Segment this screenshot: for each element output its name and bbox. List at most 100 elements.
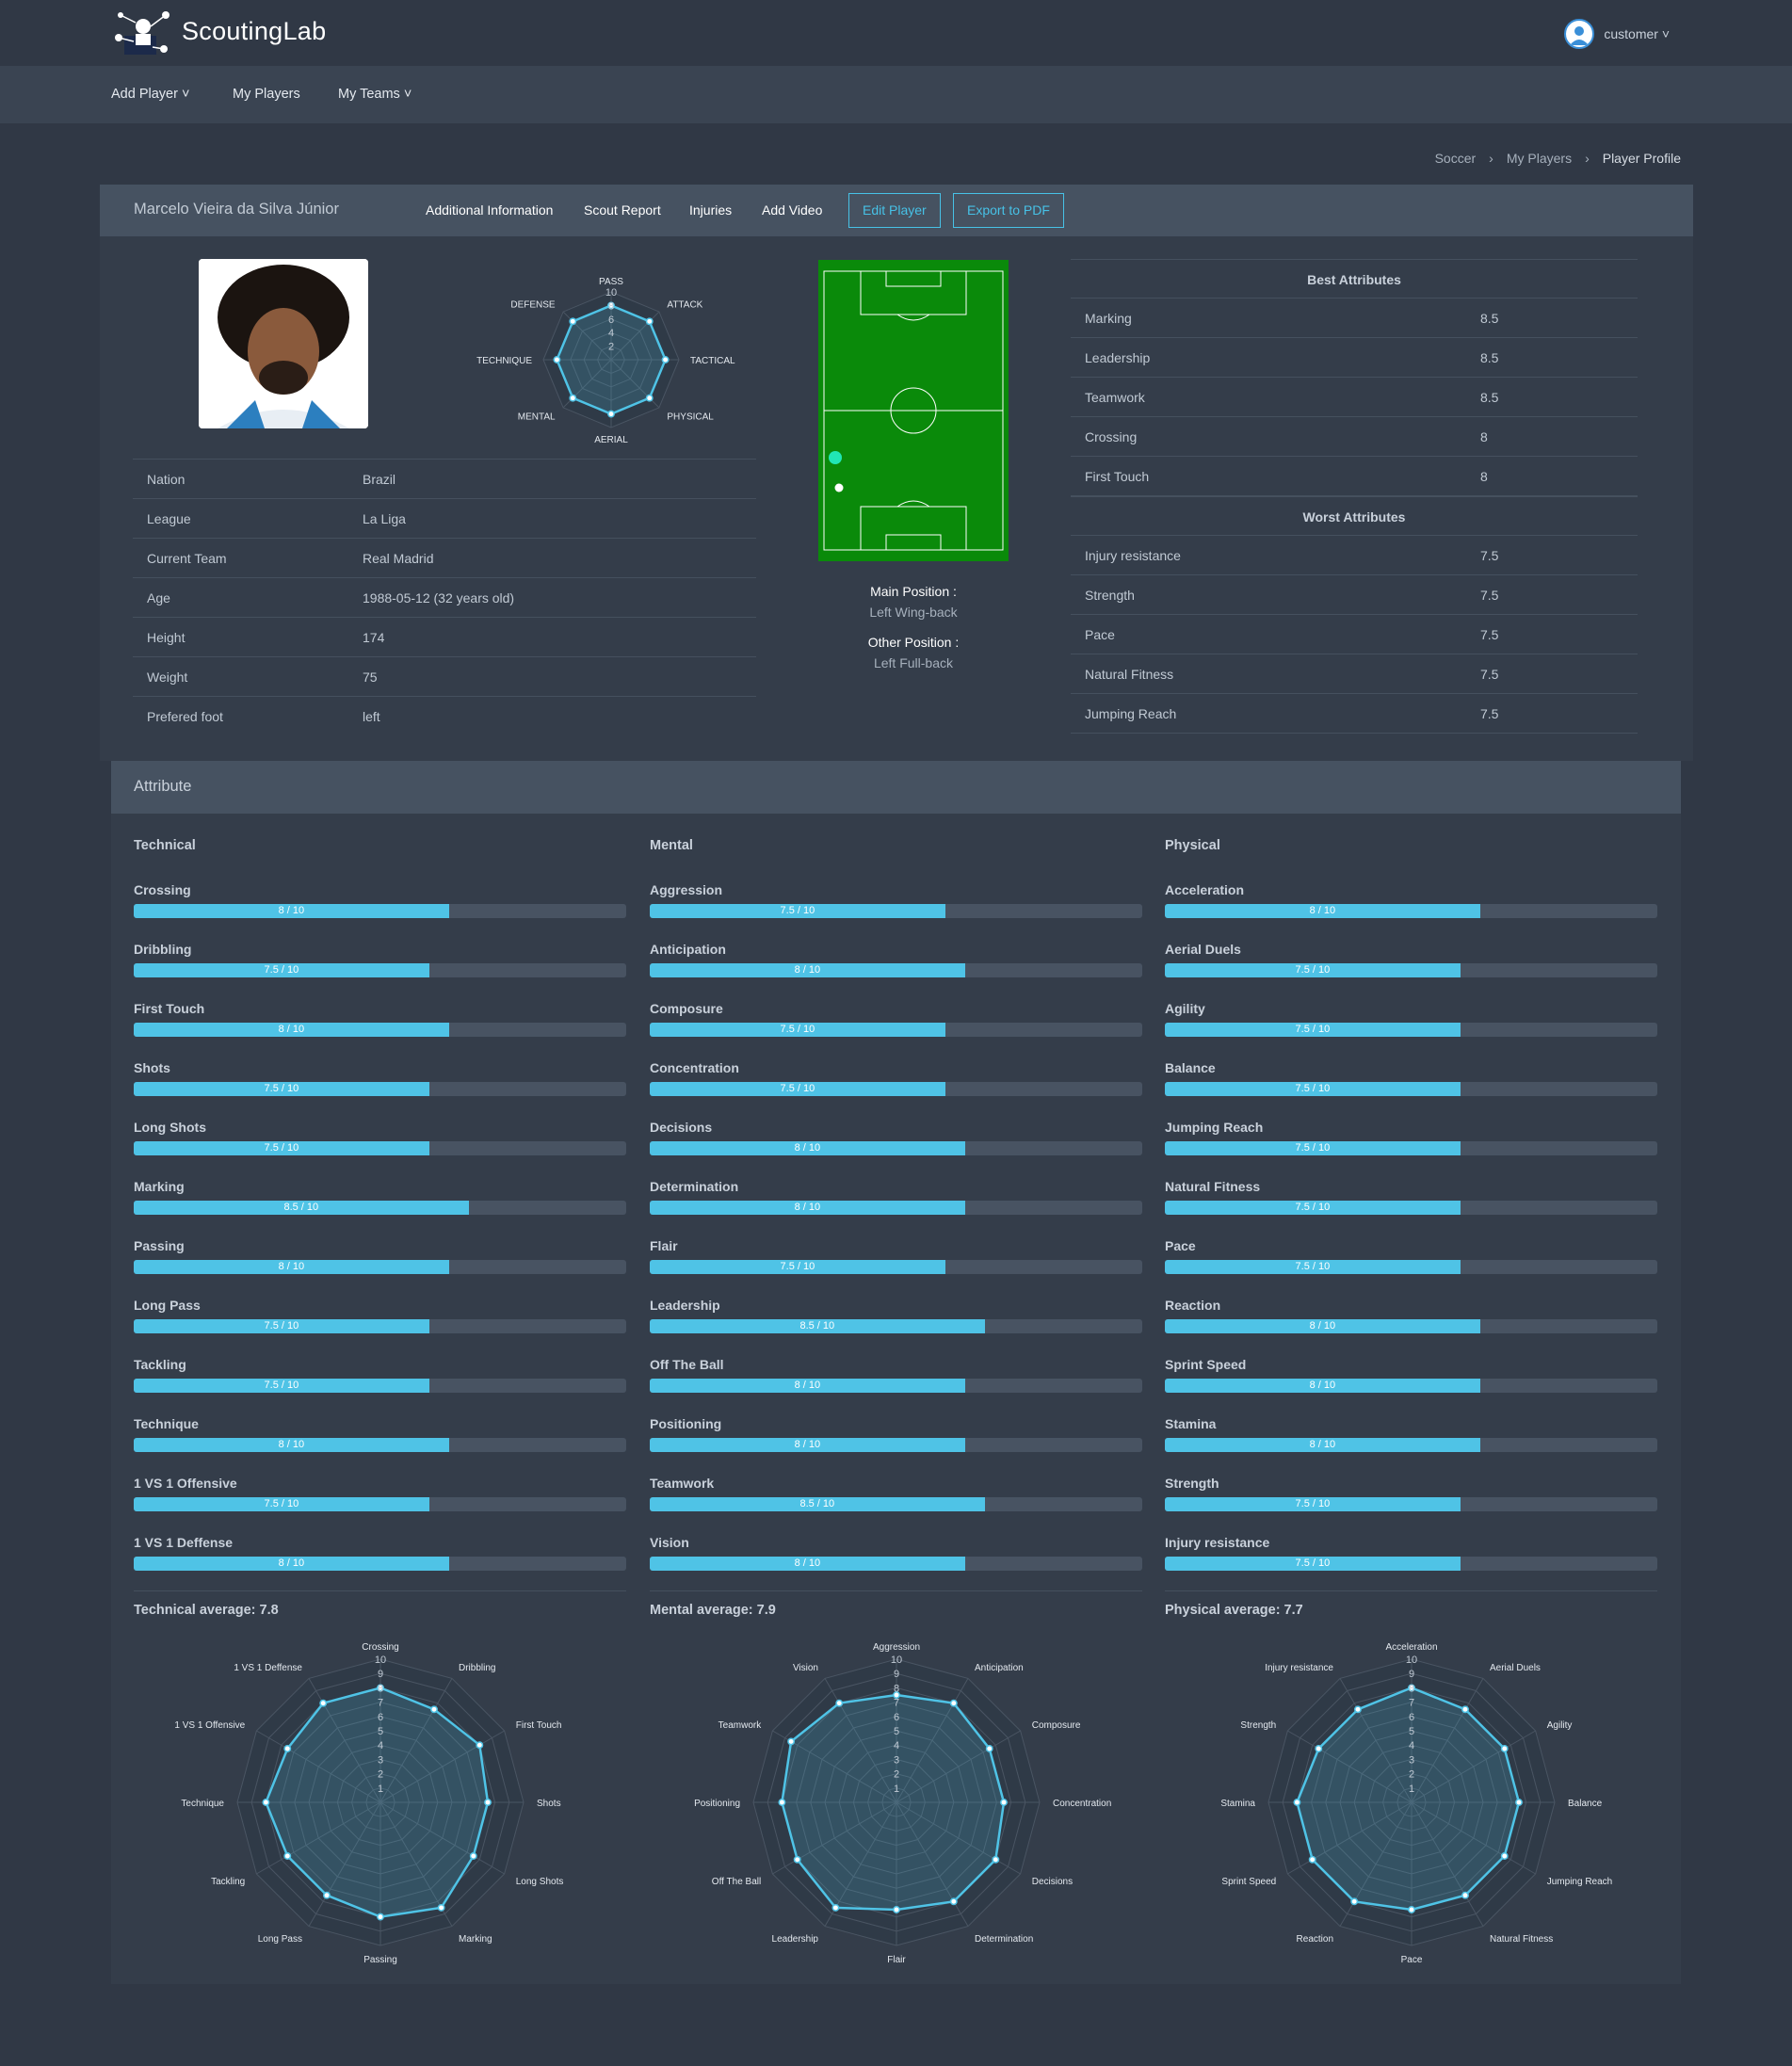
skill-item: First Touch 8 / 10 — [134, 992, 626, 1051]
attribute-label: Natural Fitness — [1085, 666, 1174, 682]
radar-tick-label: 2 — [608, 342, 614, 353]
radar-axis-label: Injury resistance — [1265, 1663, 1333, 1673]
skill-score: 8 / 10 — [1309, 1439, 1336, 1450]
skill-name: Composure — [650, 1001, 723, 1016]
tab-add-video[interactable]: Add Video — [762, 202, 822, 218]
radar-point — [1461, 1705, 1469, 1714]
radar-tick-label: 6 — [608, 315, 614, 326]
radar-point — [1293, 1799, 1301, 1806]
skill-progress-bar: 7.5 / 10 — [1165, 963, 1657, 977]
column-title: Technical — [134, 838, 196, 853]
info-value: Real Madrid — [363, 550, 434, 566]
skill-item: Long Shots 7.5 / 10 — [134, 1110, 626, 1170]
tab-additional-information[interactable]: Additional Information — [426, 202, 553, 218]
skill-item: Jumping Reach 7.5 / 10 — [1165, 1110, 1657, 1170]
radar-point — [831, 1903, 840, 1912]
skill-score: 7.5 / 10 — [264, 1083, 299, 1094]
radar-tick-label: 6 — [894, 1712, 899, 1723]
best-attribute-row: Marking 8.5 — [1071, 299, 1638, 338]
skill-score: 8 / 10 — [794, 1202, 821, 1213]
skill-name: Marking — [134, 1179, 185, 1194]
attribute-label: Injury resistance — [1085, 547, 1181, 563]
user-menu[interactable]: customer ˅ — [1564, 19, 1670, 49]
radar-axis-label: Stamina — [1220, 1799, 1255, 1809]
radar-tick-label: 9 — [894, 1669, 899, 1680]
avatar — [1564, 19, 1595, 49]
info-label: League — [147, 510, 191, 526]
radar-axis-label: Technique — [181, 1799, 224, 1809]
radar-axis-label: Agility — [1547, 1720, 1573, 1731]
nav-add-player[interactable]: Add Player ˅ — [111, 87, 189, 102]
radar-axis-label: Jumping Reach — [1547, 1877, 1612, 1887]
info-row: Nation Brazil — [133, 459, 756, 498]
radar-point — [283, 1852, 292, 1860]
radar-point — [1000, 1799, 1008, 1806]
worst-attribute-row: Strength 7.5 — [1071, 575, 1638, 615]
skill-progress-bar: 7.5 / 10 — [1165, 1082, 1657, 1096]
skill-name: Tackling — [134, 1357, 186, 1372]
nav-my-players[interactable]: My Players — [233, 87, 300, 102]
breadcrumb-soccer[interactable]: Soccer — [1435, 151, 1477, 166]
radar-point — [787, 1737, 796, 1746]
skill-name: Long Shots — [134, 1120, 206, 1135]
nav-my-teams[interactable]: My Teams ˅ — [338, 87, 412, 102]
attribute-label: Leadership — [1085, 349, 1151, 365]
radar-point — [661, 356, 670, 363]
radar-tick-label: 2 — [1409, 1769, 1414, 1781]
skill-name: Injury resistance — [1165, 1535, 1270, 1550]
export-pdf-button[interactable]: Export to PDF — [953, 193, 1064, 228]
tab-scout-report[interactable]: Scout Report — [584, 202, 661, 218]
skill-score: 8 / 10 — [278, 1024, 305, 1035]
radar-point — [893, 1906, 900, 1913]
attribute-value: 8 — [1480, 468, 1488, 484]
best-attribute-row: Teamwork 8.5 — [1071, 378, 1638, 417]
attribute-value: 8.5 — [1480, 389, 1499, 405]
info-label: Prefered foot — [147, 708, 223, 724]
radar-point — [476, 1741, 484, 1750]
skill-item: Leadership 8.5 / 10 — [650, 1288, 1142, 1348]
skill-score: 8.5 / 10 — [799, 1498, 835, 1509]
skill-item: Injury resistance 7.5 / 10 — [1165, 1525, 1657, 1585]
skill-item: Sprint Speed 8 / 10 — [1165, 1348, 1657, 1407]
tab-injuries[interactable]: Injuries — [689, 202, 732, 218]
radar-tick-label: 7 — [894, 1698, 899, 1709]
worst-attribute-row: Pace 7.5 — [1071, 615, 1638, 654]
info-row: Age 1988-05-12 (32 years old) — [133, 577, 756, 617]
user-icon — [1570, 26, 1590, 45]
skill-score: 8 / 10 — [1309, 1320, 1336, 1332]
logo-icon — [115, 11, 170, 55]
skill-item: Agility 7.5 / 10 — [1165, 992, 1657, 1051]
skill-score: 8 / 10 — [278, 1558, 305, 1569]
radar-axis-label: Decisions — [1032, 1877, 1073, 1887]
divider — [650, 1590, 1142, 1591]
attribute-label: First Touch — [1085, 468, 1150, 484]
skill-progress-bar: 7.5 / 10 — [650, 904, 1142, 918]
info-value: left — [363, 708, 380, 724]
skill-progress-bar: 8 / 10 — [134, 904, 626, 918]
radar-point — [949, 1699, 958, 1707]
skill-name: Jumping Reach — [1165, 1120, 1264, 1135]
skill-item: Shots 7.5 / 10 — [134, 1051, 626, 1110]
skill-progress-bar: 7.5 / 10 — [134, 1141, 626, 1155]
radar-axis-label: PASS — [599, 277, 623, 287]
attribute-label: Crossing — [1085, 428, 1138, 444]
skill-item: Balance 7.5 / 10 — [1165, 1051, 1657, 1110]
radar-axis-label: Aggression — [873, 1642, 920, 1653]
radar-axis-label: Pace — [1401, 1955, 1423, 1965]
skill-progress-bar: 8 / 10 — [650, 1379, 1142, 1393]
skill-progress-bar: 8 / 10 — [650, 963, 1142, 977]
skill-item: Stamina 8 / 10 — [1165, 1407, 1657, 1466]
radar-point — [323, 1891, 331, 1899]
info-label: Age — [147, 589, 170, 605]
radar-tick-label: 4 — [1409, 1740, 1414, 1751]
breadcrumb-my-players[interactable]: My Players — [1507, 151, 1572, 166]
worst-attribute-row: Natural Fitness 7.5 — [1071, 654, 1638, 694]
breadcrumb: Soccer › My Players › Player Profile — [1435, 151, 1681, 166]
radar-tick-label: 10 — [1406, 1654, 1417, 1666]
radar-tick-label: 6 — [378, 1712, 383, 1723]
radar-tick-label: 5 — [378, 1726, 383, 1737]
skill-name: Acceleration — [1165, 882, 1245, 897]
edit-player-button[interactable]: Edit Player — [848, 193, 941, 228]
skill-item: Strength 7.5 / 10 — [1165, 1466, 1657, 1525]
top-bar: ScoutingLab customer ˅ — [0, 0, 1792, 66]
